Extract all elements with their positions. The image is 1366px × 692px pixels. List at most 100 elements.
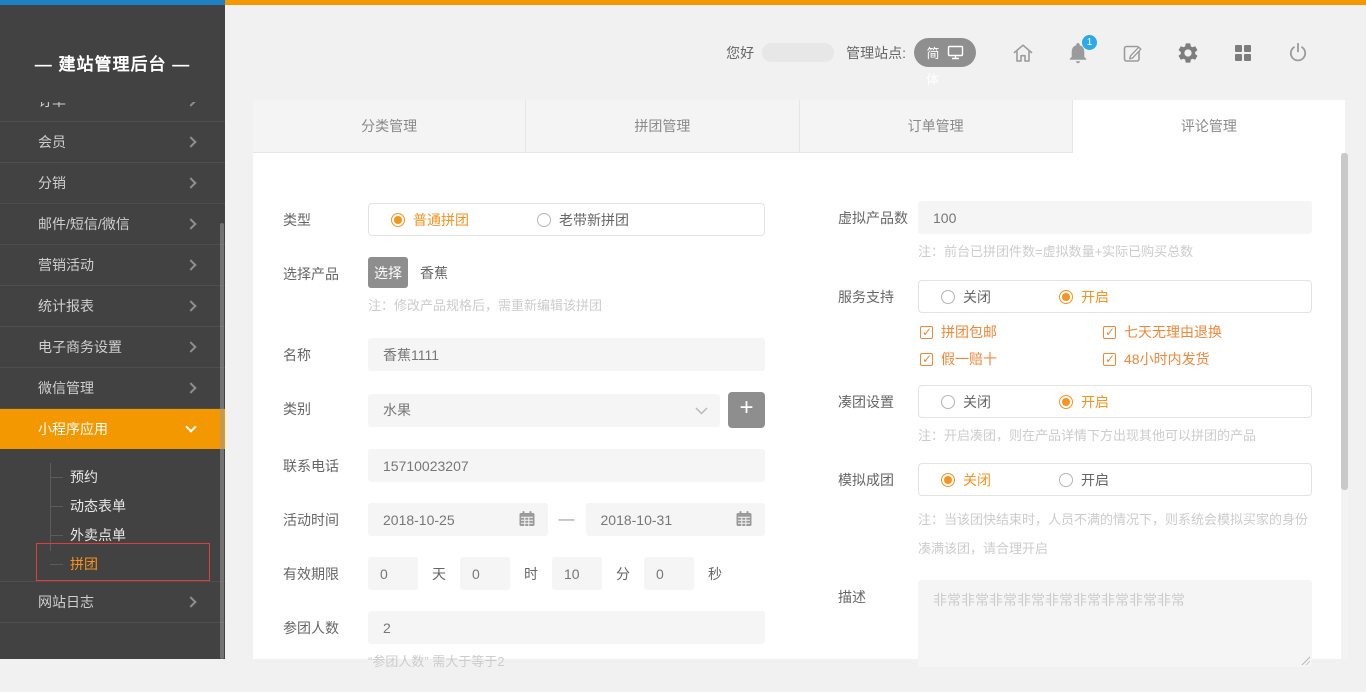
sidebar-item-miniprogram-apps[interactable]: 小程序应用 [0,409,225,449]
content-scrollbar[interactable] [1341,153,1348,659]
phone-input[interactable]: 15710023207 [368,449,765,482]
sidebar-subitem-group-buy[interactable]: 拼团 [0,550,225,579]
monitor-icon [947,45,964,60]
chevron-right-icon [185,596,196,607]
sidebar-item-label: 统计报表 [38,296,94,316]
radio-gather-off[interactable]: 关闭 [941,392,991,412]
sidebar-item-site-log[interactable]: 网站日志 [0,582,225,623]
field-people-count: 参团人数 2 “参团人数” 需大于等于2 [283,611,765,671]
radio-service-off[interactable]: 关闭 [941,287,991,307]
chevron-right-icon [185,259,196,270]
sidebar-item-distribution[interactable]: 分销 [0,163,225,204]
chevron-down-icon [695,407,708,415]
duration-days-input[interactable]: 0 [368,557,418,590]
chevron-right-icon [185,218,196,229]
form-content: 类型 普通拼团 老带新拼团 选择产品 [253,153,1345,659]
radio-service-on[interactable]: 开启 [1059,287,1109,307]
radio-icon [1059,473,1073,487]
checkbox-seven-day-return[interactable]: 七天无理由退换 [1103,322,1312,342]
radio-simulate-off[interactable]: 关闭 [941,470,991,490]
checkbox-fake-one-pay-ten[interactable]: 假一赔十 [920,349,1103,369]
field-name: 名称 香蕉1111 [283,338,765,371]
radio-icon [941,395,955,409]
radio-label: 关闭 [963,470,991,490]
product-value: 香蕉 [420,257,448,288]
category-value: 水果 [383,400,411,420]
sidebar-subitem-label: 拼团 [70,556,98,572]
category-select[interactable]: 水果 [368,394,720,427]
language-pill[interactable]: 简 [914,38,976,67]
radio-label: 老带新拼团 [559,210,629,230]
tab-category-management[interactable]: 分类管理 [253,100,526,153]
sidebar-item-mail-sms-wechat[interactable]: 邮件/短信/微信 [0,204,225,245]
radio-simulate-on[interactable]: 开启 [1059,470,1109,490]
sidebar-item-members[interactable]: 会员 [0,122,225,163]
sidebar-scrollbar[interactable] [220,223,224,659]
edit-button[interactable] [1121,41,1145,65]
apps-button[interactable] [1231,41,1255,65]
radio-label: 关闭 [963,392,991,412]
sidebar-item-label: 微信管理 [38,378,94,398]
radio-normal-groupbuy[interactable]: 普通拼团 [391,210,469,230]
tab-review-management[interactable]: 评论管理 [1073,100,1345,153]
greeting-text: 您好 [726,43,754,63]
field-phone: 联系电话 15710023207 [283,449,765,482]
chevron-down-icon [185,421,196,432]
field-type: 类型 普通拼团 老带新拼团 [283,203,765,236]
sidebar-item-orders-partial[interactable]: 订单 [0,102,225,121]
sidebar-subitem-booking[interactable]: 预约 [0,463,225,492]
unit-seconds: 秒 [708,564,722,584]
radio-icon-selected [1059,290,1073,304]
sidebar-item-ecommerce-settings[interactable]: 电子商务设置 [0,327,225,368]
radio-label: 开启 [1081,470,1109,490]
sidebar-item-wechat-management[interactable]: 微信管理 [0,368,225,409]
notification-badge: 1 [1082,35,1097,50]
checkbox-48h-shipping[interactable]: 48小时内发货 [1103,349,1312,369]
sidebar-item-label: 网站日志 [38,592,94,612]
radio-oldnew-groupbuy[interactable]: 老带新拼团 [537,210,629,230]
radio-label: 普通拼团 [413,210,469,230]
scrollbar-thumb[interactable] [1341,153,1348,490]
radio-icon [941,290,955,304]
calendar-icon [518,510,536,528]
sidebar-item-label: 邮件/短信/微信 [38,214,130,234]
tab-order-management[interactable]: 订单管理 [800,100,1073,153]
gear-icon [1176,41,1200,65]
end-date-input[interactable]: 2018-10-31 [586,503,766,536]
tab-groupbuy-management[interactable]: 拼团管理 [526,100,799,153]
logout-button[interactable] [1286,41,1310,65]
sidebar-item-clipped-wrap: 订单 [0,102,225,122]
language-char-top: 简 [926,43,939,62]
start-date-input[interactable]: 2018-10-25 [368,503,548,536]
sidebar-subitem-dynamic-form[interactable]: 动态表单 [0,492,225,521]
radio-icon-selected [391,213,405,227]
duration-hours-input[interactable]: 0 [460,557,510,590]
add-category-button[interactable]: + [728,392,765,428]
home-icon [1011,41,1035,65]
radio-gather-on[interactable]: 开启 [1059,392,1109,412]
virtual-count-input[interactable]: 100 [918,201,1312,234]
main-panel: 分类管理 拼团管理 订单管理 评论管理 类型 普通拼团 老带新拼团 [253,100,1345,659]
description-textarea[interactable]: 非常非常非常非常非常非常非常非常非常 [918,580,1312,667]
name-input[interactable]: 香蕉1111 [368,338,765,371]
field-label: 类别 [283,392,368,419]
sidebar-item-marketing[interactable]: 营销活动 [0,245,225,286]
choose-product-button[interactable]: 选择 [368,257,408,288]
home-button[interactable] [1011,41,1035,65]
sidebar-item-reports[interactable]: 统计报表 [0,286,225,327]
checkbox-checked-icon [1103,353,1116,366]
people-count-input[interactable]: 2 [368,611,765,644]
settings-button[interactable] [1176,41,1200,65]
checkbox-free-shipping[interactable]: 拼团包邮 [920,322,1103,342]
field-description: 描述 非常非常非常非常非常非常非常非常非常 [838,580,1312,667]
sidebar-title: — 建站管理后台 — [0,5,225,102]
duration-minutes-input[interactable]: 10 [552,557,602,590]
sidebar-subitem-label: 预约 [70,469,98,485]
radio-label: 关闭 [963,287,991,307]
notifications-button[interactable]: 1 [1066,41,1090,65]
username-redacted [762,43,834,62]
chevron-right-icon [185,102,196,106]
checkbox-checked-icon [1103,326,1116,339]
language-switcher[interactable]: 简 体 [914,38,976,67]
duration-seconds-input[interactable]: 0 [644,557,694,590]
